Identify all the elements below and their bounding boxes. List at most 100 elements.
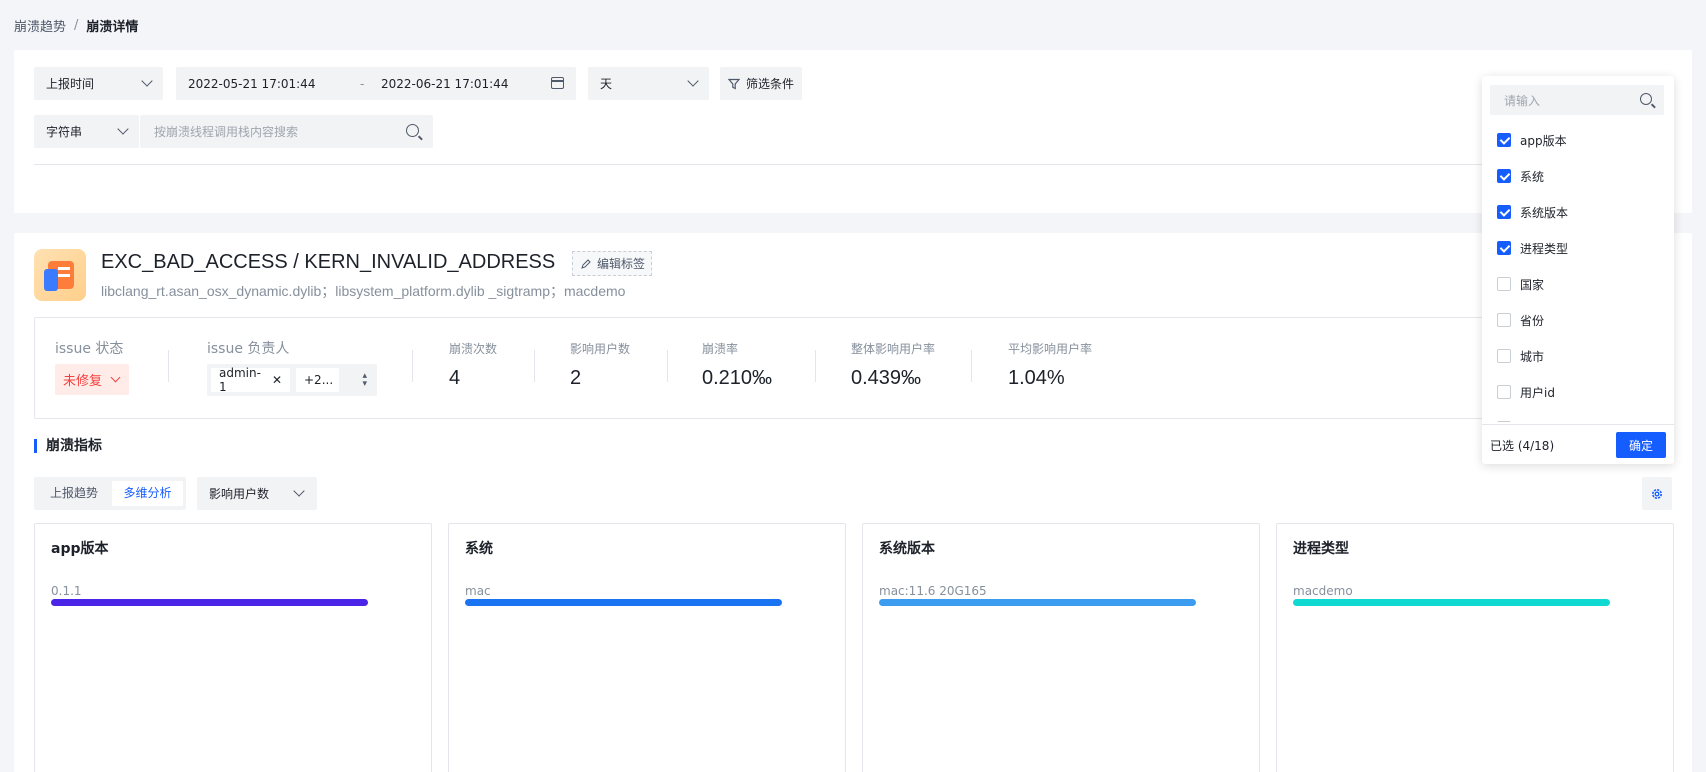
sort-updown-icon: ▴ ▾ [362, 371, 367, 389]
search-icon[interactable] [406, 124, 419, 137]
affected-users-value: 2 [570, 367, 582, 389]
avg-user-rate-value: 1.04% [1008, 367, 1065, 389]
filter-conditions-label: 筛选条件 [746, 77, 795, 91]
checkbox-icon[interactable] [1497, 385, 1511, 399]
report-time-select[interactable]: 上报时间 [34, 67, 163, 100]
dimension-value-label: mac [465, 584, 491, 598]
chevron-down-icon [687, 75, 699, 87]
affected-users-label: 影响用户数 [570, 342, 631, 356]
dimension-checkbox-item[interactable]: 进程类型 [1482, 230, 1674, 266]
dimension-checkbox-item[interactable]: 设备id [1482, 410, 1674, 422]
stack-search-input[interactable]: 按崩溃线程调用栈内容搜索 [140, 115, 433, 148]
dimension-bar-track [879, 599, 1224, 606]
chevron-down-icon [110, 372, 121, 383]
metric-select[interactable]: 影响用户数 [197, 477, 317, 510]
dimension-checkbox-label: 进程类型 [1520, 241, 1569, 256]
date-separator: - [360, 76, 365, 91]
dimension-checkbox-item[interactable]: 城市 [1482, 338, 1674, 374]
breadcrumb-current: 崩溃详情 [86, 20, 139, 35]
dimension-checkbox-item[interactable]: 系统 [1482, 158, 1674, 194]
checkbox-checked-icon[interactable] [1497, 205, 1511, 219]
dimension-search-input[interactable]: 请输入 [1490, 85, 1664, 115]
dimension-card: 系统 mac [448, 523, 846, 772]
tab-report-trend[interactable]: 上报趋势 [38, 481, 110, 506]
dimension-checkbox-item[interactable]: app版本 [1482, 122, 1674, 158]
dimension-title: app版本 [51, 541, 109, 557]
confirm-button[interactable]: 确定 [1616, 432, 1666, 458]
date-range-picker[interactable]: 2022-05-21 17:01:44 - 2022-06-21 17:01:4… [176, 67, 576, 100]
dimension-bar[interactable] [1293, 599, 1611, 606]
issue-subtitle: libclang_rt.asan_osx_dynamic.dylib；libsy… [101, 283, 626, 299]
search-icon[interactable] [1640, 93, 1652, 105]
divider [168, 350, 169, 382]
stack-search-placeholder: 按崩溃线程调用栈内容搜索 [154, 125, 299, 139]
funnel-icon [728, 78, 740, 89]
crash-count-value: 4 [449, 367, 461, 389]
dimension-checkbox-label: 城市 [1520, 349, 1545, 364]
dimension-checkbox-label: 设备id [1520, 420, 1555, 423]
app-logo-icon [34, 249, 86, 301]
edit-tag-label: 编辑标签 [597, 257, 646, 271]
granularity-value: 天 [600, 77, 613, 91]
dimension-selector-popover: 请输入 app版本系统系统版本进程类型国家省份城市用户id 设备id 已选 (4/… [1482, 76, 1674, 464]
stats-panel: issue 状态 未修复 issue 负责人 admin-1 ✕ +2... ▴… [34, 317, 1672, 419]
settings-button[interactable] [1642, 477, 1672, 510]
issue-owner-label: issue 负责人 [207, 341, 290, 357]
dimension-bar-track [465, 599, 810, 606]
dimension-checkbox-label: 系统 [1520, 169, 1545, 184]
filter-panel: 上报时间 2022-05-21 17:01:44 - 2022-06-21 17… [14, 50, 1692, 213]
issue-status-label: issue 状态 [55, 341, 124, 357]
popover-footer: 已选 (4/18) 确定 [1482, 424, 1674, 464]
dimension-checkbox-item[interactable]: 省份 [1482, 302, 1674, 338]
issue-status-select[interactable]: 未修复 [55, 364, 129, 395]
crash-count-label: 崩溃次数 [449, 342, 498, 356]
dimension-checkbox-label: 系统版本 [1520, 205, 1569, 220]
dimension-value-label: macdemo [1293, 584, 1353, 598]
granularity-select[interactable]: 天 [588, 67, 709, 100]
breadcrumb-crash-trend[interactable]: 崩溃趋势 [14, 16, 66, 35]
divider [667, 350, 668, 382]
dimension-bar[interactable] [465, 599, 783, 606]
chevron-down-icon [117, 123, 129, 135]
checkbox-icon[interactable] [1497, 313, 1511, 327]
checkbox-icon[interactable] [1497, 349, 1511, 363]
owner-more-tag: +2... [296, 368, 339, 392]
dimension-checkbox-list: app版本系统系统版本进程类型国家省份城市用户id 设备id [1482, 122, 1674, 422]
filter-conditions-button[interactable]: 筛选条件 [720, 67, 802, 100]
calendar-icon[interactable] [551, 77, 564, 89]
breadcrumb-separator: / [74, 18, 79, 33]
chevron-down-icon [141, 75, 153, 87]
dimension-bar[interactable] [879, 599, 1197, 606]
checkbox-icon[interactable] [1497, 421, 1511, 422]
overall-user-rate-value: 0.439‰ [851, 367, 922, 389]
gear-icon [1652, 488, 1662, 499]
tab-multi-dimension[interactable]: 多维分析 [112, 481, 183, 506]
close-icon[interactable]: ✕ [272, 373, 282, 387]
checkbox-icon[interactable] [1497, 277, 1511, 291]
chevron-down-icon [293, 485, 305, 497]
dimension-bar[interactable] [51, 599, 369, 606]
section-title: 崩溃指标 [34, 439, 102, 453]
divider [815, 350, 816, 382]
search-type-select[interactable]: 字符串 [34, 115, 139, 148]
date-end[interactable]: 2022-06-21 17:01:44 [381, 77, 508, 91]
divider [412, 350, 413, 382]
dimension-card: 进程类型 macdemo [1276, 523, 1674, 772]
checkbox-checked-icon[interactable] [1497, 133, 1511, 147]
dimension-title: 系统版本 [879, 541, 935, 557]
checkbox-checked-icon[interactable] [1497, 169, 1511, 183]
checkbox-checked-icon[interactable] [1497, 241, 1511, 255]
dimension-search-placeholder: 请输入 [1504, 93, 1541, 108]
dimension-title: 进程类型 [1293, 541, 1349, 557]
dimension-checkbox-label: app版本 [1520, 133, 1567, 148]
edit-tag-button[interactable]: 编辑标签 [572, 251, 653, 276]
avg-user-rate-label: 平均影响用户率 [1008, 342, 1093, 356]
dimension-checkbox-item[interactable]: 用户id [1482, 374, 1674, 410]
issue-owner-select[interactable]: admin-1 ✕ +2... ▴ ▾ [207, 364, 377, 396]
pencil-icon [581, 258, 591, 269]
dimension-checkbox-item[interactable]: 国家 [1482, 266, 1674, 302]
dimension-checkbox-item[interactable]: 系统版本 [1482, 194, 1674, 230]
dimension-bar-track [51, 599, 396, 606]
divider [34, 164, 1674, 165]
date-start[interactable]: 2022-05-21 17:01:44 [188, 77, 315, 91]
